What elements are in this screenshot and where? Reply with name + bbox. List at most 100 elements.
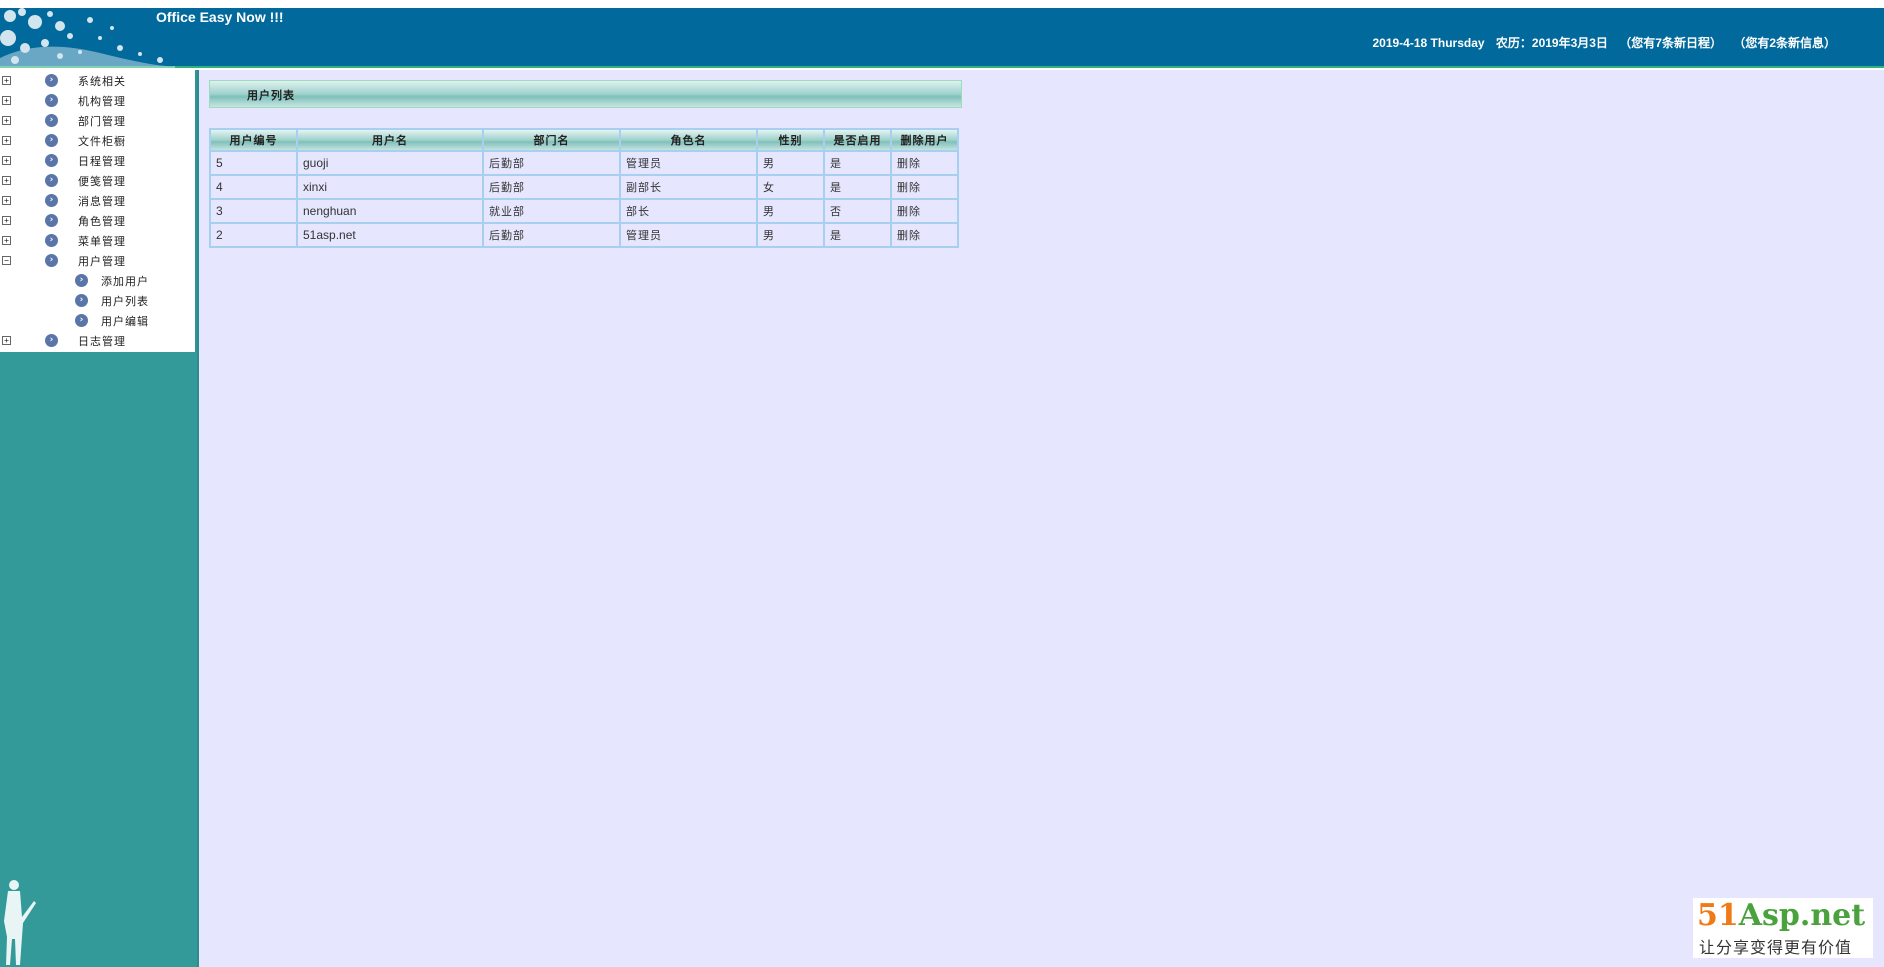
watermark-slogan: 让分享变得更有价值 (1699, 938, 1853, 957)
sidebar-item-notes[interactable]: + › 便笺管理 (0, 170, 195, 190)
panel-header: 用户列表 (209, 80, 962, 108)
cell-gender: 男 (756, 222, 825, 248)
cell-user-id: 4 (209, 174, 298, 200)
cell-enabled: 是 (823, 150, 892, 176)
person-silhouette-icon (4, 880, 36, 965)
sidebar-item-label[interactable]: 日程管理 (78, 153, 126, 169)
expand-icon[interactable]: + (2, 196, 11, 205)
arrow-bullet-icon: › (45, 154, 58, 167)
column-header-user-id[interactable]: 用户编号 (209, 128, 298, 152)
sidebar-item-label[interactable]: 文件柜橱 (78, 133, 126, 149)
cell-username: xinxi (296, 174, 484, 200)
column-header-gender[interactable]: 性别 (756, 128, 825, 152)
sidebar-item-logs[interactable]: + › 日志管理 (0, 330, 195, 350)
expand-icon[interactable]: + (2, 136, 11, 145)
sidebar-item-file-cabinet[interactable]: + › 文件柜橱 (0, 130, 195, 150)
sidebar-item-label[interactable]: 菜单管理 (78, 233, 126, 249)
expand-icon[interactable]: + (2, 216, 11, 225)
cell-username: nenghuan (296, 198, 484, 224)
cell-gender: 男 (756, 198, 825, 224)
watermark-brand-number: 51 (1697, 898, 1739, 933)
cell-role: 部长 (619, 198, 758, 224)
table-row[interactable]: 5 guoji 后勤部 管理员 男 是 删除 (209, 150, 959, 176)
cell-role: 管理员 (619, 222, 758, 248)
arrow-bullet-icon: › (45, 254, 58, 267)
page-title: 用户列表 (247, 89, 295, 102)
current-date: 2019-4-18 Thursday (1372, 36, 1485, 50)
sidebar-item-label[interactable]: 角色管理 (78, 213, 126, 229)
sidebar-item-label[interactable]: 便笺管理 (78, 173, 126, 189)
sidebar-item-department[interactable]: + › 部门管理 (0, 110, 195, 130)
cell-role: 副部长 (619, 174, 758, 200)
arrow-bullet-icon: › (75, 274, 88, 287)
main-content: 用户列表 用户编号 用户名 部门名 角色名 性别 是否启用 删除用户 5 guo… (199, 70, 1884, 967)
cell-gender: 女 (756, 174, 825, 200)
nav-tree: + › 系统相关 + › 机构管理 + › 部门管理 + › 文件柜橱 + › (0, 70, 197, 352)
sidebar-item-organization[interactable]: + › 机构管理 (0, 90, 195, 110)
expand-icon[interactable]: + (2, 156, 11, 165)
sidebar-subitem-add-user[interactable]: › 添加用户 (0, 270, 195, 290)
sidebar-item-label[interactable]: 部门管理 (78, 113, 126, 129)
expand-icon[interactable]: + (2, 336, 11, 345)
column-header-username[interactable]: 用户名 (296, 128, 484, 152)
sidebar: + › 系统相关 + › 机构管理 + › 部门管理 + › 文件柜橱 + › (0, 70, 199, 967)
sidebar-subitem-edit-user[interactable]: › 用户编辑 (0, 310, 195, 330)
arrow-bullet-icon: › (75, 314, 88, 327)
arrow-bullet-icon: › (45, 234, 58, 247)
collapse-icon[interactable]: − (2, 256, 11, 265)
cell-user-id: 3 (209, 198, 298, 224)
message-notice-link[interactable]: （您有2条新信息） (1733, 36, 1836, 50)
sidebar-item-menu[interactable]: + › 菜单管理 (0, 230, 195, 250)
expand-icon[interactable]: + (2, 116, 11, 125)
sidebar-item-messages[interactable]: + › 消息管理 (0, 190, 195, 210)
app-title: Office Easy Now !!! (156, 9, 284, 25)
sidebar-item-users[interactable]: − › 用户管理 (0, 250, 195, 270)
delete-user-link[interactable]: 删除 (890, 198, 959, 224)
expand-icon[interactable]: + (2, 236, 11, 245)
arrow-bullet-icon: › (45, 114, 58, 127)
cell-user-id: 2 (209, 222, 298, 248)
sidebar-item-label[interactable]: 机构管理 (78, 93, 126, 109)
arrow-bullet-icon: › (45, 94, 58, 107)
schedule-notice-link[interactable]: （您有7条新日程） (1619, 36, 1722, 50)
cell-department: 后勤部 (482, 222, 621, 248)
sidebar-item-label[interactable]: 用户管理 (78, 253, 126, 269)
arrow-bullet-icon: › (45, 74, 58, 87)
sidebar-subitem-label[interactable]: 添加用户 (101, 273, 149, 289)
sidebar-item-system[interactable]: + › 系统相关 (0, 70, 195, 90)
header-status: 2019-4-18 Thursday 农历：2019年3月3日 （您有7条新日程… (1372, 34, 1836, 51)
cell-username: 51asp.net (296, 222, 484, 248)
delete-user-link[interactable]: 删除 (890, 222, 959, 248)
cell-enabled: 否 (823, 198, 892, 224)
arrow-bullet-icon: › (45, 214, 58, 227)
sidebar-item-label[interactable]: 系统相关 (78, 73, 126, 89)
sidebar-subitem-label[interactable]: 用户列表 (101, 293, 149, 309)
sidebar-subitem-user-list[interactable]: › 用户列表 (0, 290, 195, 310)
sidebar-item-roles[interactable]: + › 角色管理 (0, 210, 195, 230)
expand-icon[interactable]: + (2, 96, 11, 105)
delete-user-link[interactable]: 删除 (890, 174, 959, 200)
arrow-bullet-icon: › (45, 174, 58, 187)
sidebar-item-label[interactable]: 消息管理 (78, 193, 126, 209)
column-header-role[interactable]: 角色名 (619, 128, 758, 152)
cell-department: 后勤部 (482, 150, 621, 176)
table-header-row: 用户编号 用户名 部门名 角色名 性别 是否启用 删除用户 (209, 128, 959, 152)
cell-enabled: 是 (823, 222, 892, 248)
cell-department: 就业部 (482, 198, 621, 224)
app-window: Office Easy Now !!! 2019-4-18 Thursday 农… (0, 0, 1884, 967)
arrow-bullet-icon: › (45, 334, 58, 347)
arrow-bullet-icon: › (45, 194, 58, 207)
expand-icon[interactable]: + (2, 76, 11, 85)
sidebar-item-label[interactable]: 日志管理 (78, 333, 126, 349)
column-header-department[interactable]: 部门名 (482, 128, 621, 152)
column-header-enabled[interactable]: 是否启用 (823, 128, 892, 152)
cell-user-id: 5 (209, 150, 298, 176)
sidebar-subitem-label[interactable]: 用户编辑 (101, 313, 149, 329)
table-row[interactable]: 4 xinxi 后勤部 副部长 女 是 删除 (209, 174, 959, 200)
table-row[interactable]: 3 nenghuan 就业部 部长 男 否 删除 (209, 198, 959, 224)
delete-user-link[interactable]: 删除 (890, 150, 959, 176)
sidebar-item-schedule[interactable]: + › 日程管理 (0, 150, 195, 170)
expand-icon[interactable]: + (2, 176, 11, 185)
table-row[interactable]: 2 51asp.net 后勤部 管理员 男 是 删除 (209, 222, 959, 248)
column-header-delete[interactable]: 删除用户 (890, 128, 959, 152)
